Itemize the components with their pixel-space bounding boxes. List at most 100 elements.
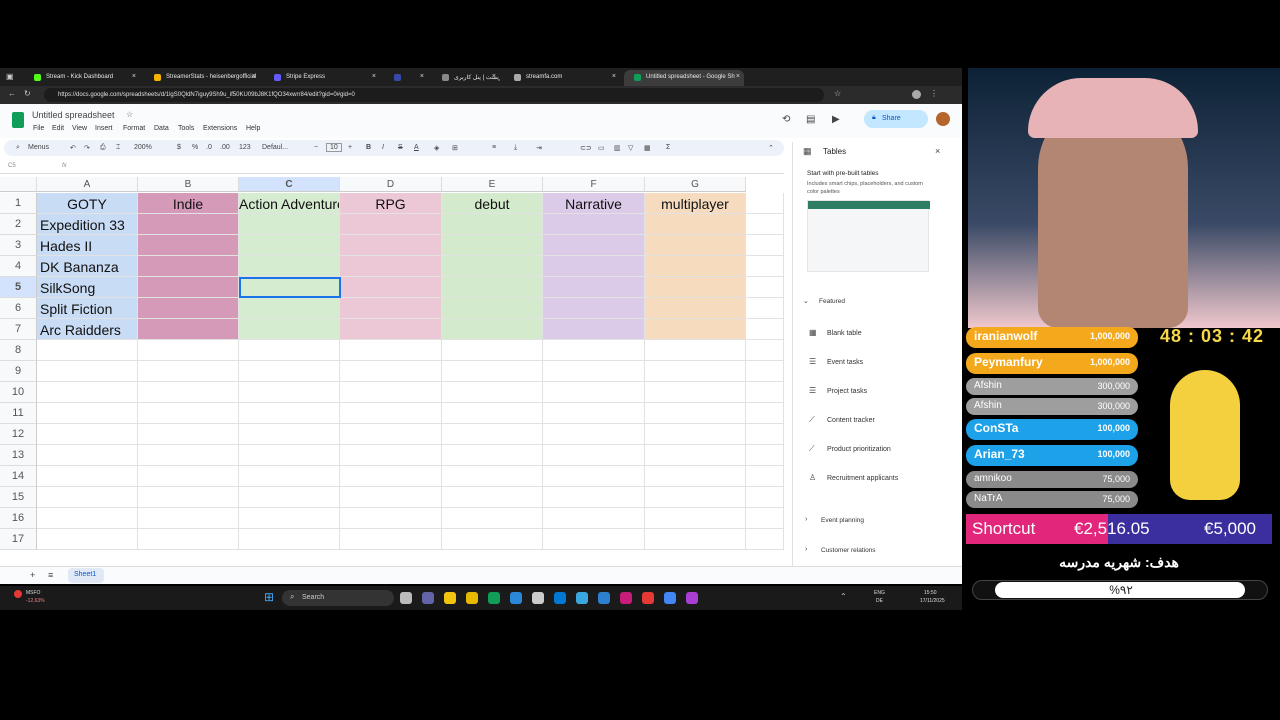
language-indicator[interactable]: ENG	[874, 590, 885, 596]
cell[interactable]	[37, 445, 138, 466]
functions-icon[interactable]: Σ	[666, 144, 670, 151]
cell[interactable]	[340, 277, 442, 298]
terminal-icon[interactable]	[532, 592, 544, 604]
cell[interactable]	[543, 235, 645, 256]
row-header[interactable]: 1	[0, 193, 37, 214]
cell[interactable]	[239, 424, 340, 445]
borders-icon[interactable]: ⊞	[452, 144, 458, 152]
italic-button[interactable]: I	[382, 144, 384, 151]
cell[interactable]	[543, 508, 645, 529]
cell[interactable]	[442, 277, 543, 298]
currency-button[interactable]: $	[177, 144, 181, 151]
comment-icon[interactable]: ▭	[598, 144, 605, 152]
cell[interactable]	[239, 466, 340, 487]
cell[interactable]	[239, 445, 340, 466]
cell[interactable]: Indie	[138, 193, 239, 214]
row-header[interactable]: 6	[0, 298, 37, 319]
cell[interactable]	[543, 529, 645, 550]
column-header[interactable]: E	[442, 177, 543, 192]
cell[interactable]	[340, 361, 442, 382]
increase-font-icon[interactable]: +	[348, 144, 352, 151]
add-sheet-icon[interactable]: +	[30, 570, 35, 580]
cell[interactable]	[442, 256, 543, 277]
cell[interactable]	[340, 466, 442, 487]
row-header[interactable]: 17	[0, 529, 37, 550]
cell[interactable]	[239, 235, 340, 256]
cell[interactable]	[37, 487, 138, 508]
column-header[interactable]: A	[37, 177, 138, 192]
clock-time[interactable]: 15:50	[924, 590, 937, 596]
section-event-planning[interactable]: Event planning	[821, 517, 864, 524]
cell[interactable]	[37, 508, 138, 529]
teams-icon[interactable]	[422, 592, 434, 604]
cell[interactable]	[340, 235, 442, 256]
browser-tab[interactable]: streamfa.com ×	[504, 70, 620, 86]
cell[interactable]	[138, 235, 239, 256]
cell[interactable]	[543, 319, 645, 340]
item-blank-table[interactable]: Blank table	[827, 330, 862, 337]
cell[interactable]	[37, 340, 138, 361]
tab-actions-icon[interactable]: ▣	[6, 72, 14, 81]
align-icon[interactable]: ≡	[492, 144, 496, 151]
all-sheets-icon[interactable]: ≡	[48, 570, 53, 580]
menu-view[interactable]: View	[72, 125, 87, 132]
section-customer-relations[interactable]: Customer relations	[821, 547, 876, 554]
cell[interactable]	[138, 382, 239, 403]
row-header[interactable]: 12	[0, 424, 37, 445]
cell[interactable]	[138, 298, 239, 319]
cell[interactable]	[645, 277, 746, 298]
cell[interactable]	[442, 445, 543, 466]
cell[interactable]	[138, 319, 239, 340]
star-icon[interactable]: ☆	[834, 89, 841, 98]
row-header[interactable]: 16	[0, 508, 37, 529]
cell[interactable]	[746, 487, 784, 508]
cell[interactable]	[645, 424, 746, 445]
cell[interactable]: RPG	[340, 193, 442, 214]
cell[interactable]: DK Bananza	[37, 256, 138, 277]
cell[interactable]	[138, 424, 239, 445]
decrease-decimal-button[interactable]: .0	[206, 144, 212, 151]
cell[interactable]	[543, 487, 645, 508]
cell[interactable]	[442, 382, 543, 403]
store-icon[interactable]	[466, 592, 478, 604]
row-header[interactable]: 4	[0, 256, 37, 277]
browser-tab[interactable]: ×	[384, 70, 428, 86]
close-icon[interactable]: ×	[935, 146, 940, 156]
back-icon[interactable]: ←	[8, 89, 16, 98]
menu-help[interactable]: Help	[246, 125, 260, 132]
wrap-icon[interactable]: ⇥	[536, 144, 542, 152]
browser-menu-icon[interactable]: ⋮	[930, 89, 938, 98]
document-title[interactable]: Untitled spreadsheet	[32, 110, 115, 120]
cell[interactable]	[37, 361, 138, 382]
cell[interactable]	[746, 445, 784, 466]
row-header[interactable]: 7	[0, 319, 37, 340]
cell[interactable]	[746, 193, 784, 214]
column-header[interactable]: G	[645, 177, 746, 192]
cell[interactable]	[746, 235, 784, 256]
cell[interactable]	[645, 508, 746, 529]
cell[interactable]	[645, 235, 746, 256]
cell[interactable]	[645, 361, 746, 382]
cell[interactable]	[543, 256, 645, 277]
task-view-icon[interactable]	[400, 592, 412, 604]
cell[interactable]	[442, 235, 543, 256]
cell[interactable]	[442, 298, 543, 319]
windows-start-icon[interactable]: ⊞	[264, 590, 274, 604]
cell[interactable]	[645, 298, 746, 319]
cell[interactable]	[37, 466, 138, 487]
cell[interactable]	[746, 277, 784, 298]
chrome-icon[interactable]	[664, 592, 676, 604]
selected-cell-c5[interactable]	[239, 277, 341, 298]
cell[interactable]	[746, 298, 784, 319]
item-project-tasks[interactable]: Project tasks	[827, 388, 867, 395]
cell[interactable]	[239, 256, 340, 277]
cell[interactable]	[138, 340, 239, 361]
menu-edit[interactable]: Edit	[52, 125, 64, 132]
strikethrough-button[interactable]: S	[398, 144, 403, 151]
item-content-tracker[interactable]: Content tracker	[827, 417, 875, 424]
cell[interactable]	[138, 403, 239, 424]
cell[interactable]	[746, 508, 784, 529]
cell[interactable]: debut	[442, 193, 543, 214]
chart-icon[interactable]: ▥	[614, 144, 621, 152]
chevron-right-icon[interactable]: ›	[805, 546, 807, 553]
